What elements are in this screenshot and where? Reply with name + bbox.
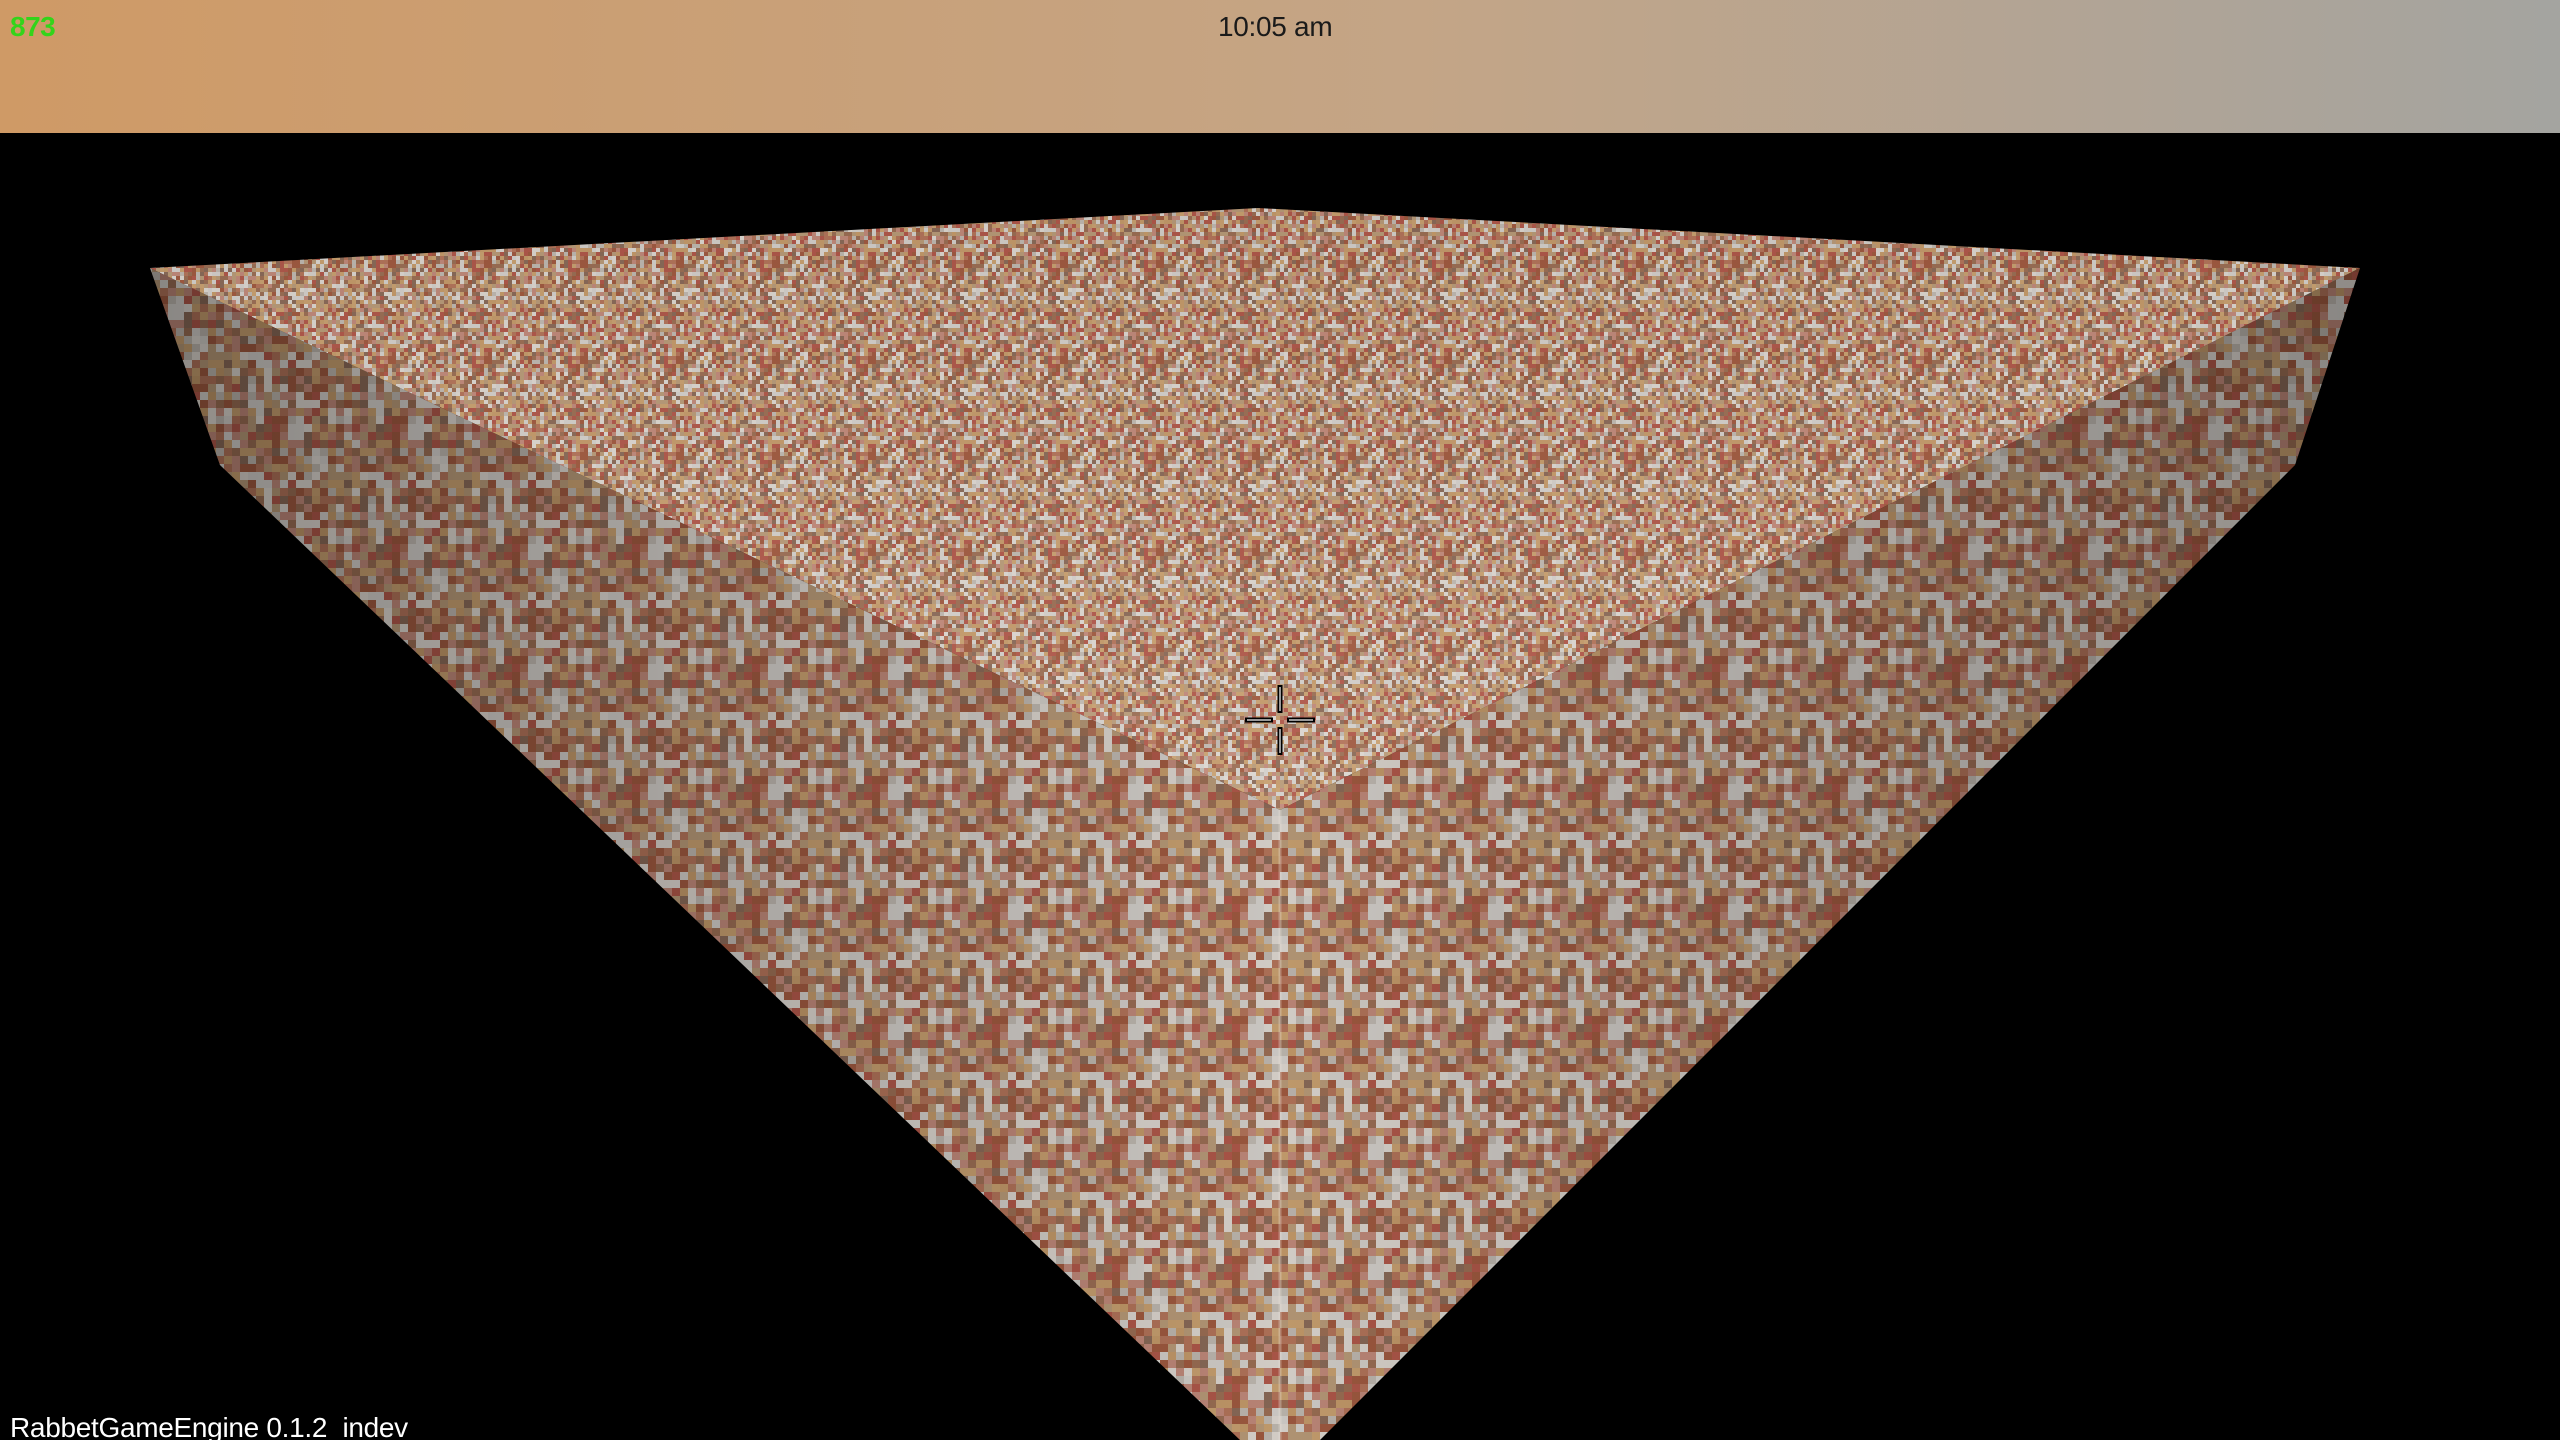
engine-version-label: RabbetGameEngine 0.1.2_indev <box>10 1412 408 1440</box>
fps-counter: 873 <box>10 11 56 42</box>
game-viewport[interactable]: 873 10:05 am RabbetGameEngine 0.1.2_inde… <box>0 0 2560 1440</box>
crosshair-icon <box>1245 685 1315 755</box>
game-clock: 10:05 am <box>1218 11 1333 42</box>
